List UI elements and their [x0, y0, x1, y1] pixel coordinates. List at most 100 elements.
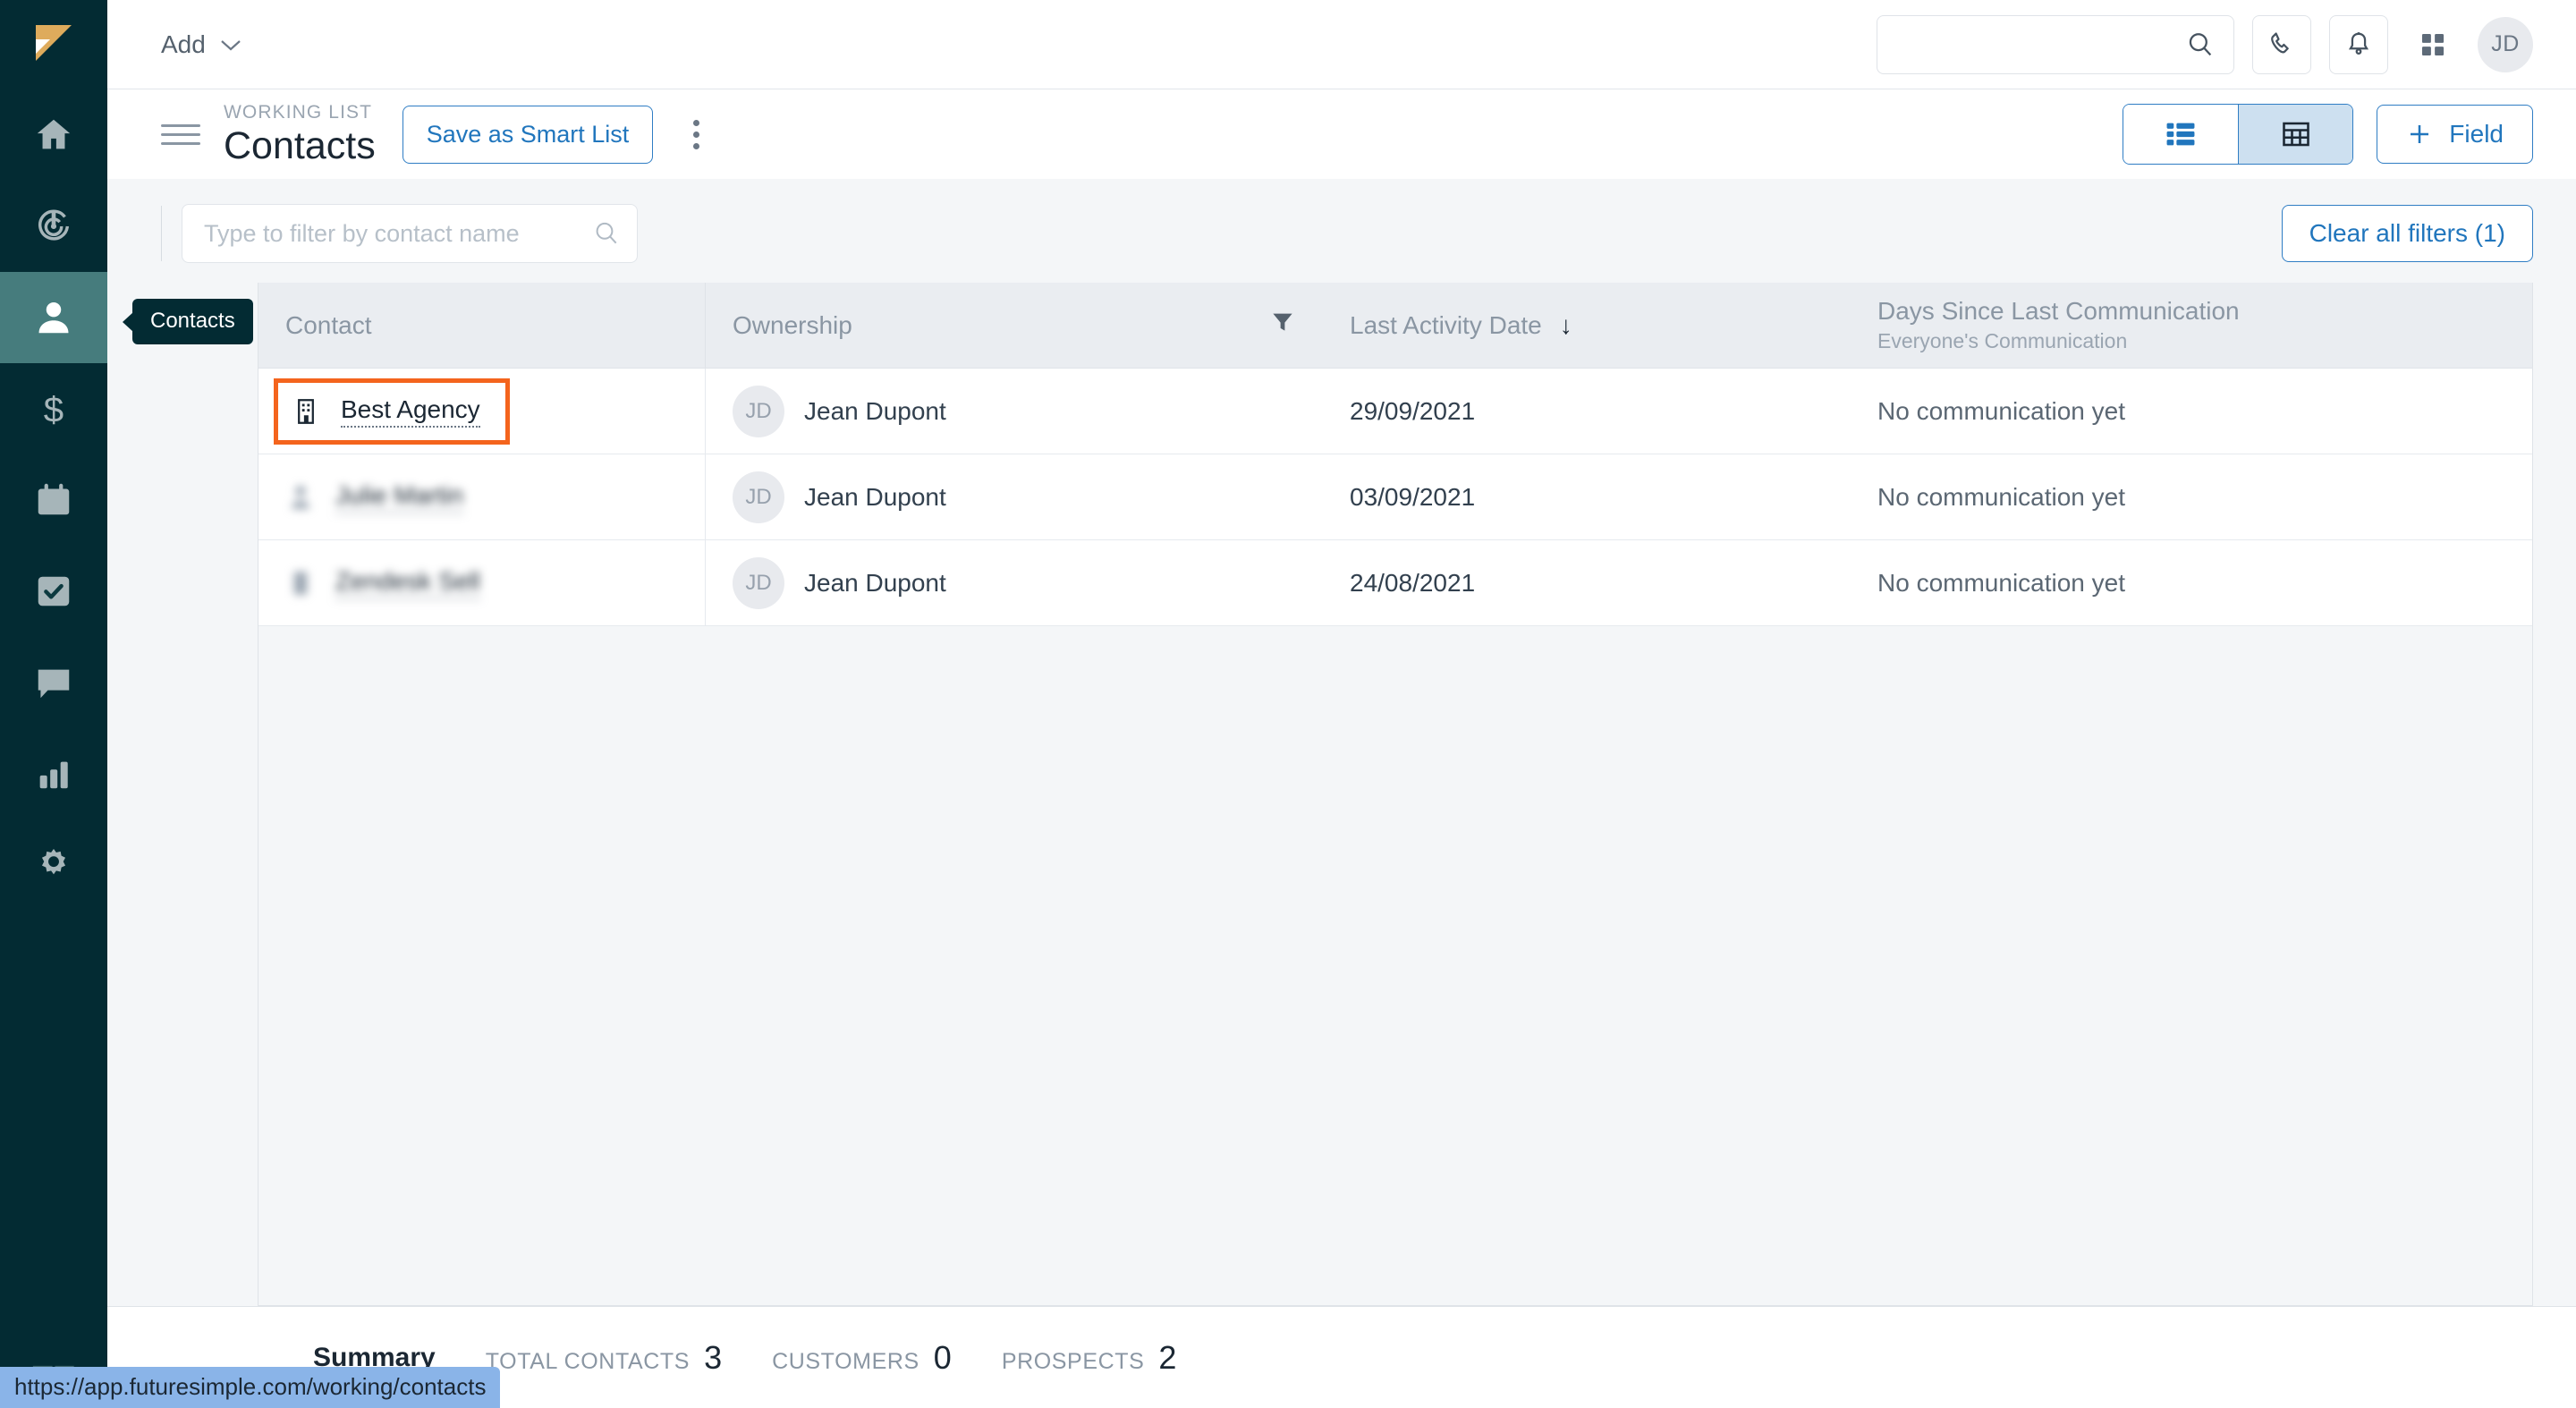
more-vertical-icon-dot — [692, 131, 699, 138]
cell-last-activity-date: 24/08/2021 — [1350, 568, 1476, 597]
table-row[interactable]: Julie Martin JD Jean Dupont 03/09/2021 N… — [258, 454, 2532, 540]
notifications-button[interactable] — [2329, 14, 2388, 74]
column-header-label: Last Activity Date — [1350, 310, 1542, 339]
column-header-label: Contact — [285, 310, 372, 339]
bell-icon — [2348, 31, 2369, 55]
table-header-row: Contact Ownership Last Activity Date ↓ D… — [258, 283, 2532, 369]
owner-name: Jean Dupont — [804, 482, 946, 511]
hamburger-line — [161, 132, 200, 136]
summary-stat-prospects: PROSPECTS 2 — [1002, 1339, 1177, 1377]
grid-apps-icon — [2421, 33, 2445, 55]
list-view-icon — [2166, 123, 2195, 146]
contacts-table: Contact Ownership Last Activity Date ↓ D… — [258, 283, 2533, 1306]
sidebar-item-home[interactable] — [0, 89, 107, 181]
primary-sidebar: $ — [0, 0, 107, 1408]
cell-days-since-communication: No communication yet — [1877, 568, 2126, 597]
search-icon — [596, 222, 617, 244]
table-row[interactable]: Best Agency JD Jean Dupont 29/09/2021 No… — [258, 369, 2532, 454]
building-icon — [293, 571, 308, 595]
calendar-icon — [38, 483, 70, 515]
phone-button[interactable] — [2252, 14, 2311, 74]
sidebar-item-communication[interactable] — [0, 637, 107, 728]
table-row[interactable]: Zendesk Sell JD Jean Dupont 24/08/2021 N… — [258, 540, 2532, 626]
ownership-filter-indicator[interactable] — [1269, 309, 1296, 342]
summary-stat-label: TOTAL CONTACTS — [485, 1348, 691, 1374]
app-root: $ Add JD WORKING LIST Contacts Save as S… — [0, 0, 2576, 1408]
save-as-smart-list-button[interactable]: Save as Smart List — [402, 105, 654, 164]
owner-avatar: JD — [733, 471, 784, 523]
table-container: Contact Ownership Last Activity Date ↓ D… — [107, 283, 2576, 1306]
add-field-button[interactable]: Field — [2377, 105, 2533, 164]
owner-name: Jean Dupont — [804, 568, 946, 597]
sidebar-item-deals[interactable]: $ — [0, 363, 107, 454]
hamburger-line — [161, 141, 200, 145]
plus-icon — [2411, 125, 2429, 143]
column-header-sublabel: Everyone's Communication — [1877, 329, 2128, 352]
contact-name-link[interactable]: Julie Martin — [335, 481, 464, 513]
cell-contact[interactable]: Julie Martin — [258, 454, 706, 539]
owner-avatar-initials: JD — [745, 570, 772, 595]
sidebar-item-calendar[interactable] — [0, 454, 107, 546]
contact-name-filter[interactable] — [182, 204, 638, 263]
cell-ownership: JD Jean Dupont — [706, 454, 1323, 539]
main-area: Add JD WORKING LIST Contacts Save as Sma… — [107, 0, 2576, 1408]
browser-status-bar: https://app.futuresimple.com/working/con… — [0, 1367, 501, 1408]
more-vertical-icon-dot — [692, 142, 699, 149]
sidebar-item-contacts[interactable] — [0, 272, 107, 363]
sidebar-item-settings[interactable] — [0, 819, 107, 911]
column-header-last-activity-date[interactable]: Last Activity Date ↓ — [1323, 283, 1851, 368]
table-view-button[interactable] — [2238, 105, 2353, 164]
apps-button[interactable] — [2406, 15, 2460, 74]
more-options-button[interactable] — [678, 119, 714, 149]
page-title: Contacts — [224, 123, 376, 167]
user-avatar[interactable]: JD — [2478, 16, 2533, 72]
table-view-icon — [2283, 122, 2309, 147]
sell-logo-icon — [36, 25, 72, 61]
global-search[interactable] — [1877, 14, 2234, 74]
more-vertical-icon-dot — [692, 119, 699, 126]
column-header-days-since-last-communication[interactable]: Days Since Last Communication Everyone's… — [1851, 283, 2532, 368]
column-header-label: Ownership — [733, 310, 852, 339]
owner-avatar: JD — [733, 556, 784, 609]
summary-stat-value: 3 — [704, 1338, 723, 1376]
chat-bubble-icon — [38, 669, 70, 699]
search-input[interactable] — [1877, 30, 2185, 58]
summary-stat-value: 0 — [933, 1338, 952, 1376]
check-square-icon — [38, 576, 70, 606]
page-eyebrow: WORKING LIST — [224, 101, 373, 123]
column-header-label: Days Since Last Communication — [1877, 297, 2240, 325]
sidebar-item-tasks[interactable] — [0, 546, 107, 637]
contact-link[interactable]: Zendesk Sell — [285, 567, 480, 599]
view-toggle-group — [2123, 104, 2354, 165]
table-empty-space — [258, 626, 2532, 1305]
list-menu-button[interactable] — [161, 123, 200, 145]
filter-bar: Clear all filters (1) — [107, 179, 2576, 283]
contact-link-highlighted[interactable]: Best Agency — [274, 377, 510, 445]
cell-contact[interactable]: Best Agency — [258, 369, 706, 454]
contact-name-filter-input[interactable] — [204, 219, 592, 248]
sidebar-item-reports[interactable] — [0, 728, 107, 819]
summary-stat-label: CUSTOMERS — [772, 1348, 919, 1374]
header-actions: Field — [2123, 104, 2533, 165]
contacts-tooltip: Contacts — [132, 299, 253, 344]
summary-stat-customers: CUSTOMERS 0 — [772, 1339, 952, 1377]
column-header-contact[interactable]: Contact — [258, 283, 706, 368]
clear-all-filters-button[interactable]: Clear all filters (1) — [2281, 205, 2533, 262]
contact-name-link[interactable]: Zendesk Sell — [335, 567, 480, 599]
sidebar-item-leads[interactable] — [0, 181, 107, 272]
cell-contact[interactable]: Zendesk Sell — [258, 540, 706, 625]
dollar-icon: $ — [44, 389, 64, 429]
svg-text:$: $ — [44, 389, 64, 429]
contact-link[interactable]: Julie Martin — [285, 481, 464, 513]
contact-name-link[interactable]: Best Agency — [341, 395, 480, 428]
owner-avatar-initials: JD — [745, 484, 772, 509]
sell-logo[interactable] — [0, 0, 107, 89]
cell-last-activity-date: 29/09/2021 — [1350, 396, 1476, 425]
list-view-button[interactable] — [2123, 105, 2239, 164]
add-button[interactable]: Add — [161, 30, 243, 59]
summary-stat-value: 2 — [1158, 1338, 1177, 1376]
summary-stat-label: PROSPECTS — [1001, 1348, 1145, 1374]
chevron-down-icon — [221, 39, 241, 50]
filter-divider — [161, 206, 162, 261]
column-header-ownership[interactable]: Ownership — [706, 283, 1323, 368]
